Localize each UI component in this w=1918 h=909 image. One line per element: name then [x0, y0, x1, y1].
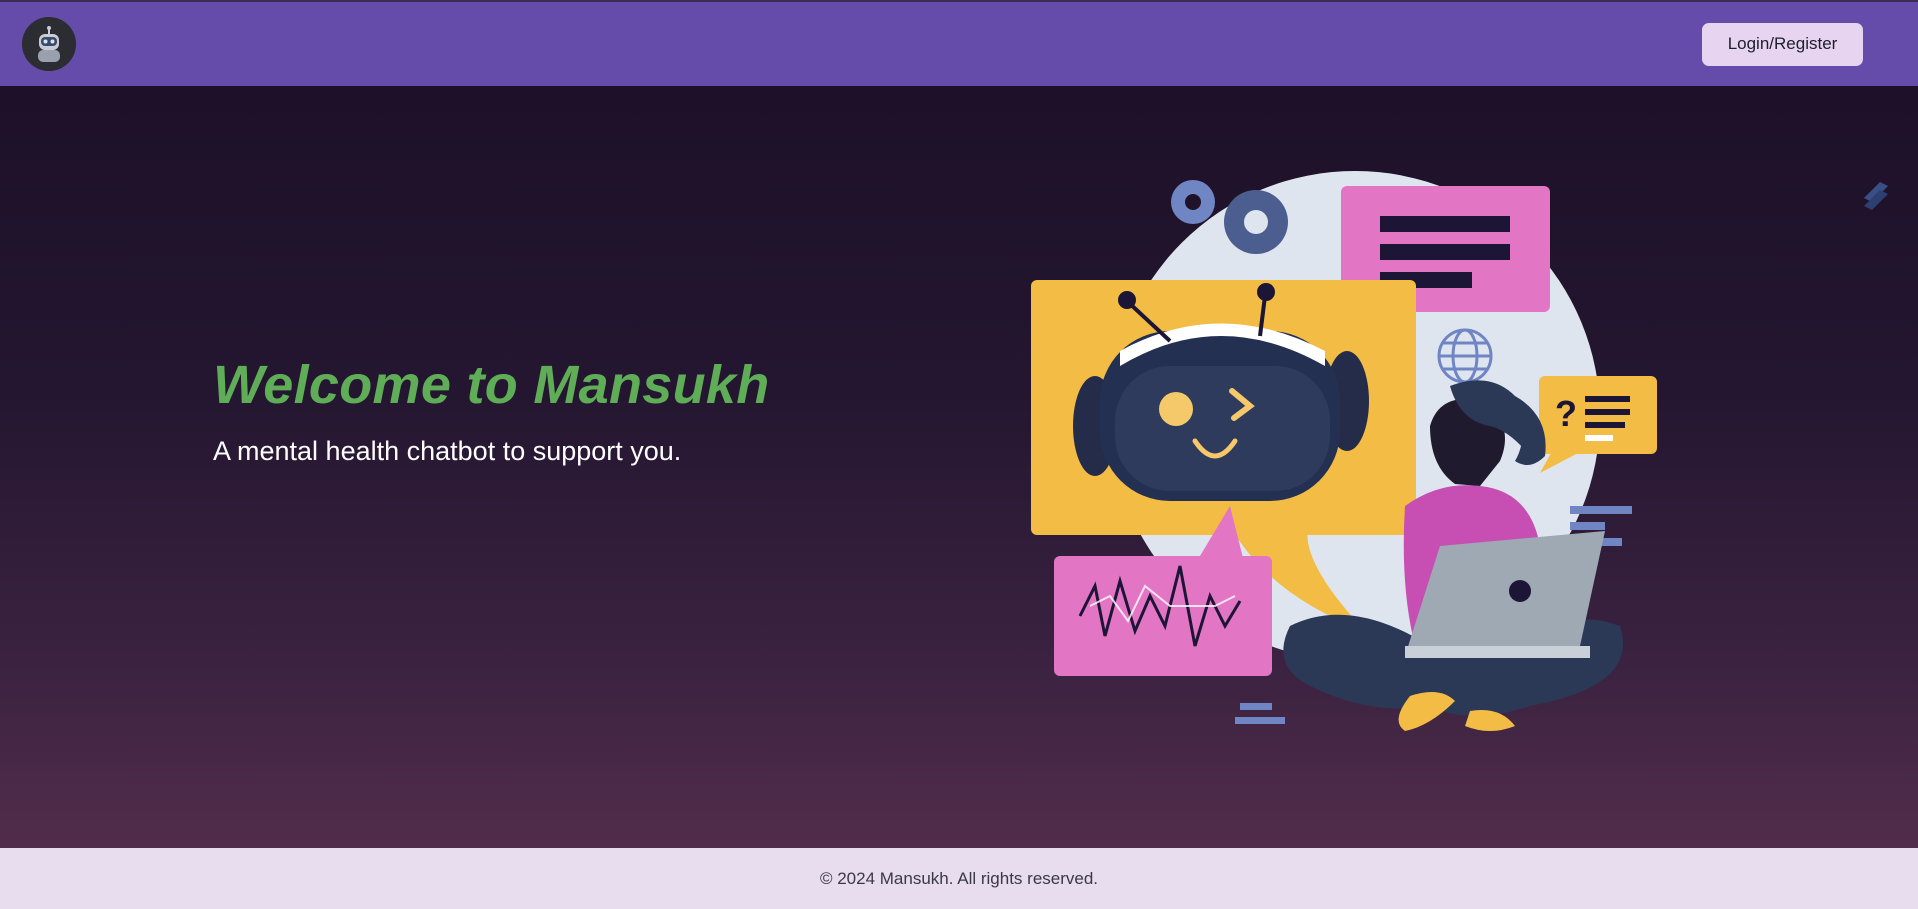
hero-section: Welcome to Mansukh A mental health chatb… — [0, 86, 1918, 848]
robot-avatar-icon — [22, 17, 76, 71]
footer: © 2024 Mansukh. All rights reserved. — [0, 848, 1918, 909]
hero-text-block: Welcome to Mansukh A mental health chatb… — [213, 354, 770, 467]
question-bubble-icon: ? — [1539, 376, 1657, 473]
footer-copyright: © 2024 Mansukh. All rights reserved. — [819, 868, 1099, 888]
hero-subtitle: A mental health chatbot to support you. — [213, 436, 682, 466]
hero-title: Welcome to Mansukh — [213, 355, 770, 415]
gear-icon — [1171, 180, 1215, 224]
svg-text:?: ? — [1555, 393, 1577, 434]
stackshare-icon[interactable] — [1860, 176, 1892, 216]
logo-avatar[interactable] — [22, 17, 76, 71]
gear-icon — [1224, 190, 1288, 254]
chatbot-woman-laptop-illustration: ? — [1031, 171, 1657, 731]
login-register-button[interactable]: Login/Register — [1702, 22, 1863, 66]
navbar: Login/Register — [0, 2, 1918, 86]
